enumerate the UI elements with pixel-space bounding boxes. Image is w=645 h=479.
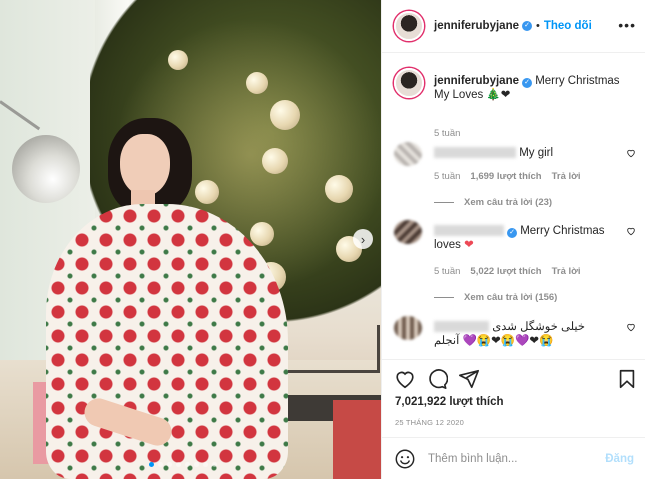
carousel-dot [212, 462, 217, 467]
heart-outline-icon[interactable] [626, 322, 636, 332]
comment-time[interactable]: 5 tuần [434, 171, 460, 182]
heart-outline-icon[interactable] [626, 148, 636, 158]
comment-item: خیلی خوشگل شدی 😭❤💜😭❤😭💜 آنجلم [394, 316, 636, 359]
post-date[interactable]: 25 THÁNG 12 2020 [395, 418, 464, 427]
commenter-avatar[interactable] [394, 316, 422, 340]
heart-outline-icon[interactable] [626, 226, 636, 236]
commenter-avatar[interactable] [394, 220, 422, 244]
comment-text-line: خیلی خوشگل شدی 😭❤💜😭❤😭💜 آنجلم [434, 320, 609, 348]
post-side-panel: jenniferubyjane ✓ • Theo dõi ••• jennife… [381, 0, 645, 479]
header-separator: • [536, 20, 540, 32]
comment-item: My girl 5 tuần 1,699 lượt thích Trả lời … [394, 142, 636, 216]
red-gift-bag [333, 400, 381, 479]
caption-avatar[interactable] [394, 68, 424, 98]
post-like-count[interactable]: 7,021,922 lượt thích [395, 396, 504, 408]
verified-badge-icon: ✓ [507, 228, 517, 238]
comment-input[interactable] [428, 452, 606, 465]
caption-emojis: 🎄❤ [486, 89, 511, 101]
author-avatar[interactable] [394, 11, 424, 41]
comment-item: ✓ Merry Christmas loves ❤ 5 tuần 5,022 l… [394, 220, 636, 310]
ornament [168, 50, 188, 70]
bookmark-icon[interactable] [616, 368, 638, 390]
reply-button[interactable]: Trả lời [552, 171, 581, 182]
author-username[interactable]: jenniferubyjane [434, 20, 519, 32]
post-photo[interactable]: › [0, 0, 381, 479]
comment-bubble-icon[interactable] [426, 368, 448, 390]
verified-badge-icon: ✓ [522, 78, 532, 88]
ornament [246, 72, 268, 94]
view-replies-button[interactable]: Xem câu trả lời (23) [434, 197, 552, 208]
caption-text-line: jenniferubyjane ✓ Merry Christmas My Love… [434, 74, 634, 102]
view-replies-button[interactable]: Xem câu trả lời (156) [434, 292, 557, 303]
paper-plane-icon[interactable] [458, 368, 480, 390]
carousel-dot [176, 462, 181, 467]
carousel-dot [167, 462, 172, 467]
commenter-username-blurred[interactable] [434, 321, 489, 333]
commenter-username-blurred[interactable] [434, 147, 516, 159]
comment-text-line: ✓ Merry Christmas loves ❤ [434, 224, 609, 252]
comment-text-line: My girl [434, 146, 609, 160]
comment-meta: 5 tuần 1,699 lượt thích Trả lời [434, 171, 581, 182]
comment-time[interactable]: 5 tuần [434, 266, 460, 277]
post-header: jenniferubyjane ✓ • Theo dõi ••• [382, 0, 645, 53]
follow-button[interactable]: Theo dõi [544, 20, 592, 32]
heart-outline-icon[interactable] [394, 368, 416, 390]
reply-button[interactable]: Trả lời [552, 266, 581, 277]
commenter-avatar[interactable] [394, 142, 422, 166]
action-buttons [394, 368, 638, 392]
comment-emoji: ❤ [464, 239, 474, 251]
comment-likes[interactable]: 5,022 lượt thích [470, 266, 541, 277]
comment-emojis: 😭❤💜😭❤😭💜 [462, 335, 554, 347]
comment-text: My girl [519, 147, 554, 159]
chevron-right-icon: › [360, 231, 366, 247]
carousel-indicator [149, 462, 217, 467]
person-face [120, 134, 170, 196]
post-comment-button[interactable]: Đăng [605, 453, 634, 465]
comment-meta: 5 tuần 5,022 lượt thích Trả lời [434, 266, 581, 277]
smiley-icon[interactable] [394, 448, 416, 470]
carousel-dot [158, 462, 163, 467]
verified-badge-icon: ✓ [522, 21, 532, 31]
post-actions: 7,021,922 lượt thích 25 THÁNG 12 2020 [382, 359, 645, 427]
carousel-dot [194, 462, 199, 467]
comment-text-second-line: آنجلم [434, 335, 460, 347]
comment-text: خیلی خوشگل شدی [492, 321, 585, 333]
instagram-post-view: › jenniferubyjane ✓ • Theo dõi ••• jenni… [0, 0, 645, 479]
carousel-next-button[interactable]: › [353, 229, 373, 249]
carousel-dot [203, 462, 208, 467]
comment-likes[interactable]: 1,699 lượt thích [470, 171, 541, 182]
person [28, 118, 288, 479]
caption-username[interactable]: jenniferubyjane [434, 75, 519, 87]
carousel-dot [185, 462, 190, 467]
comment-composer: Đăng [382, 437, 645, 479]
caption-time[interactable]: 5 tuần [434, 128, 460, 139]
more-icon[interactable]: ••• [618, 17, 636, 33]
comments-list[interactable]: jenniferubyjane ✓ Merry Christmas My Love… [382, 54, 645, 359]
commenter-username-blurred[interactable] [434, 225, 504, 237]
carousel-dot [149, 462, 154, 467]
ornament [325, 175, 353, 203]
